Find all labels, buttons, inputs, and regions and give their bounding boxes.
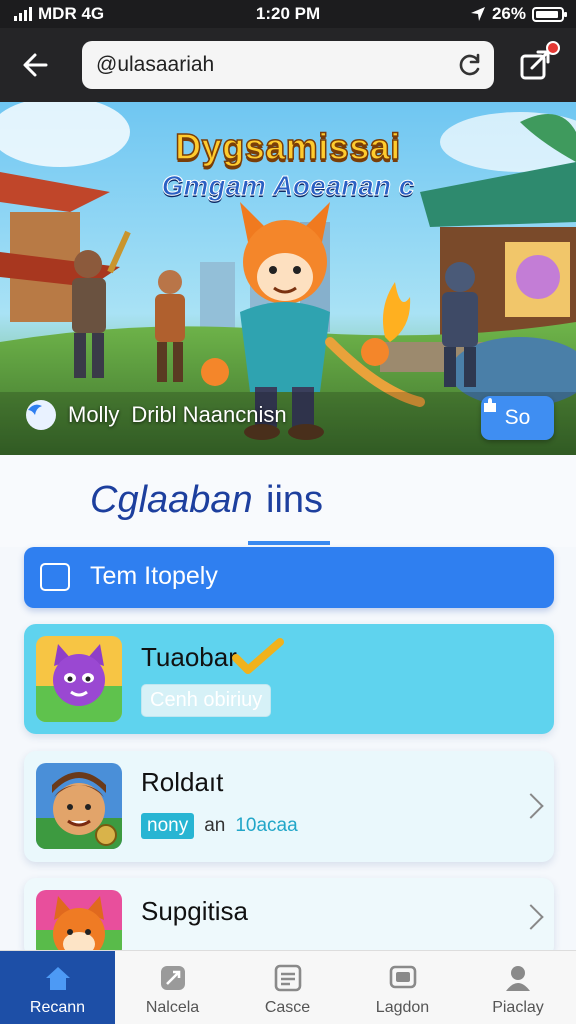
active-tab-indicator (248, 541, 330, 545)
nav-label: Nalcela (145, 999, 200, 1016)
game-thumbnail (36, 763, 122, 849)
card-meta-accent: 10acaa (235, 815, 298, 836)
battery-icon (532, 6, 567, 22)
document-icon (274, 964, 301, 992)
notification-dot (546, 41, 560, 55)
status-bar: MDR 4G 1:20 PM 26% (0, 0, 576, 28)
home-icon (45, 967, 70, 990)
card-tag: nony (141, 813, 195, 839)
hero-banner[interactable]: Dygsamissai Gmgam Aoeanan c Molly Dribl … (0, 102, 576, 455)
checkmark-icon (232, 638, 284, 674)
location-arrow-icon (470, 7, 485, 21)
card-meta: nony an 10acaa (141, 813, 298, 839)
app-screen: MDR 4G 1:20 PM 26% @ulasaariah Dygsamiss… (0, 0, 576, 1024)
warrior-avatar-icon (36, 763, 122, 849)
hero-action-button[interactable]: So (481, 396, 554, 440)
url-text: @ulasaariah (96, 53, 215, 76)
tab-second[interactable]: iins (266, 479, 323, 522)
clipboard-icon (40, 563, 70, 591)
hero-title: Dygsamissai (174, 125, 401, 168)
puzzle-icon (484, 398, 496, 412)
card-title: Roldaıt (141, 767, 224, 797)
tv-icon (389, 965, 416, 989)
game-thumbnail (36, 890, 122, 958)
list-item[interactable]: Roldaıt nony an 10acaa (24, 751, 554, 862)
chevron-right-icon (518, 793, 544, 819)
section-label: Tem Itopely (90, 562, 218, 590)
tab-bar: Cglaaban iins (0, 455, 576, 547)
fox-avatar-icon (36, 890, 122, 958)
nav-item-home[interactable]: Recann (0, 951, 115, 1024)
card-pill: Cenh obiriuy (141, 684, 272, 717)
section-header-button[interactable]: Tem Itopely (24, 547, 554, 608)
nav-item-profile[interactable]: Piaclay (460, 951, 576, 1024)
nav-item-third[interactable]: Casce (230, 951, 345, 1024)
back-arrow-icon[interactable] (18, 46, 56, 84)
list-item[interactable]: Tuaobar Cenh obiriuy (24, 624, 554, 734)
nav-item-fourth[interactable]: Lagdon (345, 951, 460, 1024)
refresh-icon[interactable] (456, 51, 484, 79)
chevron-right-icon (518, 904, 544, 930)
status-right: 26% (470, 4, 567, 24)
share-button[interactable] (518, 41, 560, 82)
tab-first[interactable]: Cglaaban (90, 479, 253, 522)
nav-label: Casce (264, 999, 311, 1016)
card-meta-word: an (204, 815, 226, 836)
battery-percent: 26% (491, 4, 526, 23)
bird-icon (28, 404, 42, 415)
nav-label: Recann (29, 999, 86, 1016)
game-thumbnail (36, 636, 122, 722)
hero-button-label: So (504, 406, 531, 429)
author-detail: Dribl Naancnisn (131, 402, 287, 427)
rocket-icon (160, 966, 185, 990)
card-title: Tuaobar (141, 642, 237, 672)
person-icon (506, 966, 530, 991)
url-field[interactable]: @ulasaariah (82, 41, 494, 89)
author-name: Molly (68, 402, 120, 427)
list-item[interactable]: Supgitisa (24, 878, 554, 958)
nav-label: Piaclay (492, 999, 544, 1016)
author-badge (26, 400, 56, 430)
browser-toolbar: @ulasaariah (0, 28, 576, 102)
card-title: Supgitisa (141, 896, 248, 926)
nav-label: Lagdon (375, 999, 430, 1016)
hero-author[interactable]: Molly Dribl Naancnisn (26, 400, 287, 430)
hero-subtitle: Gmgam Aoeanan c (161, 170, 415, 202)
bottom-navigation: Recann Nalcela Casce Lagdon Piaclay (0, 950, 576, 1024)
nav-item-second[interactable]: Nalcela (115, 951, 230, 1024)
purple-cat-icon (36, 636, 122, 722)
